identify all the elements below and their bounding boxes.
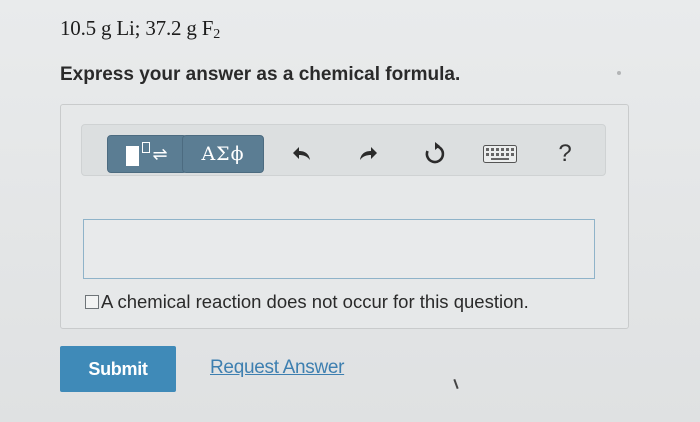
submit-button[interactable]: Submit bbox=[60, 346, 176, 392]
separator: ; bbox=[134, 16, 141, 40]
unit-lithium: g bbox=[101, 16, 112, 40]
problem-statement: 10.5 g Li; 37.2 g F2 bbox=[60, 16, 220, 43]
element-lithium: Li bbox=[116, 16, 135, 40]
unit-fluorine: g bbox=[186, 16, 197, 40]
fluorine-subscript: 2 bbox=[213, 27, 221, 42]
templates-button[interactable]: ⇌ bbox=[107, 135, 187, 173]
request-answer-link[interactable]: Request Answer bbox=[210, 357, 344, 379]
greek-symbols-label: ΑΣϕ bbox=[201, 143, 245, 165]
answer-input[interactable] bbox=[83, 219, 595, 279]
answer-panel: ⇌ ΑΣϕ ? A chemical reaction does not occ… bbox=[60, 104, 629, 329]
undo-icon[interactable] bbox=[289, 141, 315, 167]
math-toolbar: ⇌ ΑΣϕ ? bbox=[81, 124, 606, 176]
decorative-dot bbox=[617, 71, 621, 75]
no-reaction-option[interactable]: A chemical reaction does not occur for t… bbox=[85, 291, 529, 313]
templates-icon: ⇌ bbox=[126, 136, 168, 172]
help-button[interactable]: ? bbox=[552, 140, 578, 167]
reset-icon[interactable] bbox=[422, 141, 448, 167]
instructions: Express your answer as a chemical formul… bbox=[60, 64, 461, 85]
mass-fluorine: 37.2 bbox=[145, 16, 182, 40]
keyboard-icon[interactable] bbox=[482, 141, 518, 167]
element-fluorine: F bbox=[201, 16, 214, 40]
submit-label: Submit bbox=[88, 358, 148, 379]
greek-symbols-button[interactable]: ΑΣϕ bbox=[182, 135, 264, 173]
mouse-cursor-mark bbox=[453, 378, 459, 390]
redo-icon[interactable] bbox=[355, 141, 381, 167]
no-reaction-label: A chemical reaction does not occur for t… bbox=[101, 291, 529, 312]
help-label: ? bbox=[558, 140, 572, 167]
mass-lithium: 10.5 bbox=[60, 16, 96, 40]
no-reaction-checkbox[interactable] bbox=[85, 295, 99, 309]
